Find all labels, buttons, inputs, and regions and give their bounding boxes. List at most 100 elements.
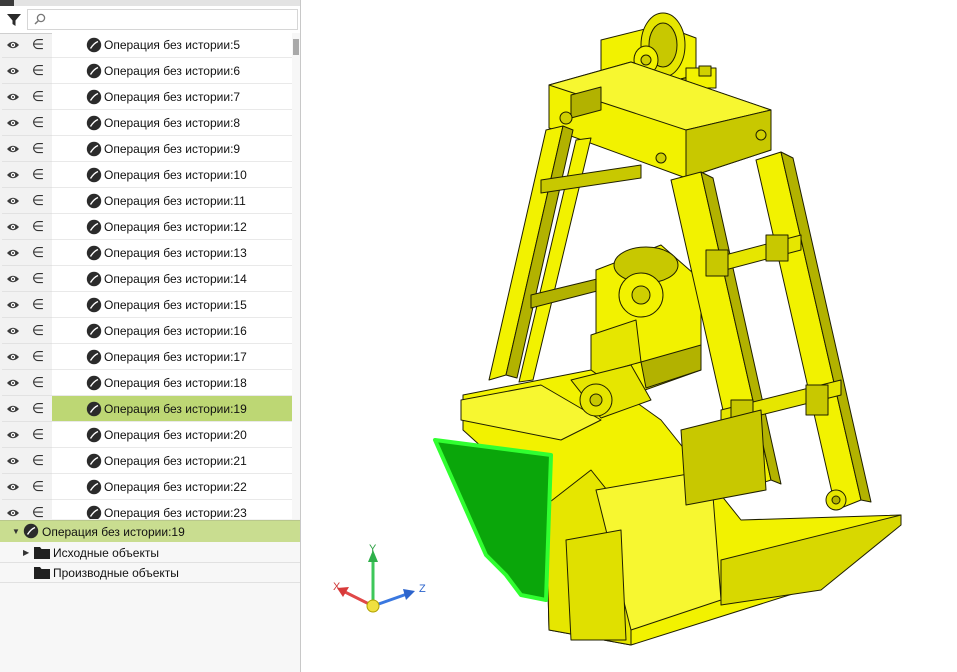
eye-icon[interactable] <box>2 84 24 110</box>
tree-item[interactable]: ∈ Операция без истории:11 <box>0 188 292 214</box>
detail-tree: ▼ Операция без истории:19 ▶ Исходные объ… <box>0 520 300 672</box>
include-icon[interactable]: ∈ <box>24 33 52 58</box>
tree-item[interactable]: ∈ Операция без истории:5 <box>0 33 292 58</box>
tree-item[interactable]: ∈ Операция без истории:22 <box>0 474 292 500</box>
include-icon[interactable]: ∈ <box>24 370 52 396</box>
search-box[interactable] <box>27 9 298 30</box>
tree-item[interactable]: ∈ Операция без истории:21 <box>0 448 292 474</box>
tree-item-label: Операция без истории:22 <box>104 480 247 494</box>
detail-title-row[interactable]: ▼ Операция без истории:19 <box>0 521 300 542</box>
tree-item-label: Операция без истории:11 <box>104 194 246 208</box>
folder-icon <box>34 567 50 579</box>
operation-icon <box>86 219 102 235</box>
include-icon[interactable]: ∈ <box>24 500 52 519</box>
include-icon[interactable]: ∈ <box>24 474 52 500</box>
include-icon[interactable]: ∈ <box>24 162 52 188</box>
operation-icon <box>86 375 102 391</box>
eye-icon[interactable] <box>2 214 24 240</box>
tree-item[interactable]: ∈ Операция без истории:8 <box>0 110 292 136</box>
include-icon[interactable]: ∈ <box>24 344 52 370</box>
tree-item[interactable]: ∈ Операция без истории:9 <box>0 136 292 162</box>
include-icon[interactable]: ∈ <box>24 292 52 318</box>
tree-item-label: Операция без истории:15 <box>104 298 247 312</box>
eye-icon[interactable] <box>2 110 24 136</box>
tree-item[interactable]: ∈ Операция без истории:15 <box>0 292 292 318</box>
eye-icon[interactable] <box>2 266 24 292</box>
tree-item[interactable]: ∈ Операция без истории:12 <box>0 214 292 240</box>
search-input[interactable] <box>50 11 293 30</box>
tree-item-label: Операция без истории:20 <box>104 428 247 442</box>
eye-icon[interactable] <box>2 292 24 318</box>
include-icon[interactable]: ∈ <box>24 58 52 84</box>
tree-item[interactable]: ∈ Операция без истории:18 <box>0 370 292 396</box>
tree-item[interactable]: ∈ Операция без истории:6 <box>0 58 292 84</box>
tree-item[interactable]: ∈ Операция без истории:23 <box>0 500 292 519</box>
tree-item[interactable]: ∈ Операция без истории:19 <box>0 396 292 422</box>
operation-icon <box>86 245 102 261</box>
include-icon[interactable]: ∈ <box>24 422 52 448</box>
scrollbar-thumb[interactable] <box>293 39 299 55</box>
collapse-arrow-icon[interactable]: ▼ <box>12 527 20 536</box>
tree-item[interactable]: ∈ Операция без истории:13 <box>0 240 292 266</box>
operation-icon <box>86 323 102 339</box>
include-icon[interactable]: ∈ <box>24 318 52 344</box>
eye-icon[interactable] <box>2 136 24 162</box>
filter-bar <box>0 6 300 34</box>
derived-objects-label: Производные объекты <box>53 566 179 580</box>
eye-icon[interactable] <box>2 396 24 422</box>
eye-icon[interactable] <box>2 188 24 214</box>
axis-triad: Y X Z <box>333 543 426 613</box>
axis-z-label: Z <box>419 583 426 595</box>
divider <box>0 562 300 563</box>
eye-icon[interactable] <box>2 370 24 396</box>
tree-item[interactable]: ∈ Операция без истории:20 <box>0 422 292 448</box>
operation-icon <box>86 89 102 105</box>
eye-icon[interactable] <box>2 318 24 344</box>
include-icon[interactable]: ∈ <box>24 136 52 162</box>
eye-icon[interactable] <box>2 344 24 370</box>
include-icon[interactable]: ∈ <box>24 84 52 110</box>
include-icon[interactable]: ∈ <box>24 214 52 240</box>
filter-icon[interactable] <box>5 11 23 29</box>
tree-item[interactable]: ∈ Операция без истории:17 <box>0 344 292 370</box>
tree-item[interactable]: ∈ Операция без истории:16 <box>0 318 292 344</box>
tree-item[interactable]: ∈ Операция без истории:7 <box>0 84 292 110</box>
eye-icon[interactable] <box>2 162 24 188</box>
3d-viewport[interactable]: Y X Z <box>301 0 957 672</box>
include-icon[interactable]: ∈ <box>24 266 52 292</box>
tree-item-label: Операция без истории:17 <box>104 350 247 364</box>
detail-title: Операция без истории:19 <box>42 525 185 539</box>
include-icon[interactable]: ∈ <box>24 448 52 474</box>
operation-icon <box>86 193 102 209</box>
eye-icon[interactable] <box>2 500 24 519</box>
eye-icon[interactable] <box>2 474 24 500</box>
eye-icon[interactable] <box>2 448 24 474</box>
operation-icon <box>86 505 102 519</box>
tree-item-label: Операция без истории:9 <box>104 142 241 156</box>
eye-icon[interactable] <box>2 58 24 84</box>
include-icon[interactable]: ∈ <box>24 240 52 266</box>
tree-item-label: Операция без истории:10 <box>104 168 247 182</box>
tree-item-label: Операция без истории:12 <box>104 220 247 234</box>
operation-icon <box>86 115 102 131</box>
selected-face-highlight <box>433 438 553 602</box>
tree-item-label: Операция без истории:6 <box>104 64 241 78</box>
expand-arrow-icon[interactable]: ▶ <box>23 548 29 557</box>
eye-icon[interactable] <box>2 240 24 266</box>
tree-item-label: Операция без истории:5 <box>104 38 241 52</box>
include-icon[interactable]: ∈ <box>24 188 52 214</box>
tree-scrollbar[interactable] <box>292 33 300 519</box>
include-icon[interactable]: ∈ <box>24 110 52 136</box>
tree-item-label: Операция без истории:13 <box>104 246 247 260</box>
tree-item[interactable]: ∈ Операция без истории:14 <box>0 266 292 292</box>
operation-icon <box>86 63 102 79</box>
include-icon[interactable]: ∈ <box>24 396 52 422</box>
tree-item[interactable]: ∈ Операция без истории:10 <box>0 162 292 188</box>
tree-item-label: Операция без истории:23 <box>104 506 247 519</box>
axis-x-label: X <box>333 581 341 593</box>
tree-list: ∈ Операция без истории:5 ∈ Операция без ист… <box>0 33 300 519</box>
eye-icon[interactable] <box>2 422 24 448</box>
operation-icon <box>86 427 102 443</box>
operation-icon <box>86 167 102 183</box>
eye-icon[interactable] <box>2 33 24 58</box>
